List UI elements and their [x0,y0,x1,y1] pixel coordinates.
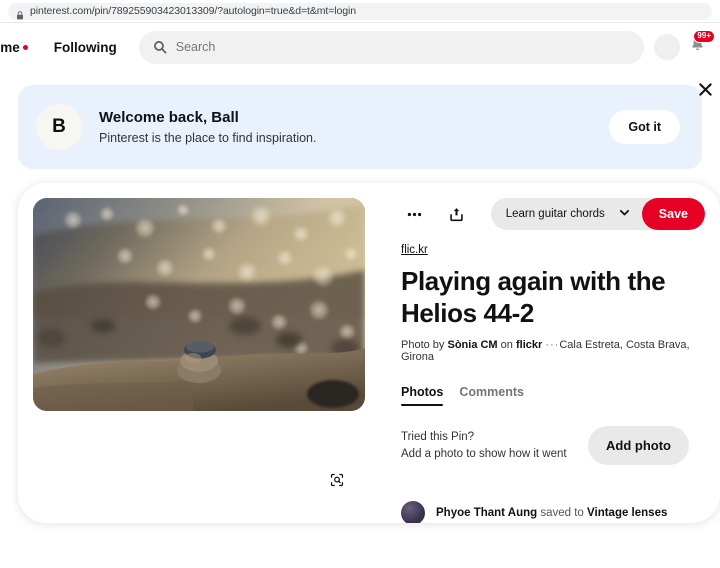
header-actions: 99+ [654,30,715,60]
search-icon [153,40,167,54]
notifications-button[interactable]: 99+ [684,30,715,60]
attribution-middle: on [497,339,516,352]
tried-texts: Tried this Pin? Add a photo to show how … [401,429,567,462]
more-options-icon[interactable] [401,201,427,227]
pin-tabs: Photos Comments [401,385,705,407]
pin-card: Learn guitar chords Save flic.kr Playing… [18,183,720,523]
browser-url-bar: pinterest.com/pin/789255903423013309/?au… [0,0,720,22]
search-input[interactable] [175,40,630,54]
tried-subtitle: Add a photo to show how it went [401,447,567,460]
attribution-prefix: Photo by [401,339,448,352]
nav-item-home[interactable]: ome [0,36,36,59]
address-bar[interactable]: pinterest.com/pin/789255903423013309/?au… [8,2,712,20]
tab-photos[interactable]: Photos [401,385,444,407]
search-bar[interactable] [138,30,644,64]
home-notification-dot [22,44,28,50]
attribution-platform[interactable]: flickr [516,339,542,351]
pin-title: Playing again with the Helios 44-2 [401,266,666,328]
got-it-button[interactable]: Got it [609,110,680,144]
add-photo-button[interactable]: Add photo [588,426,689,466]
pin-attribution: Photo by Sònia CM on flickr ···Cala Estr… [401,339,705,363]
nav-home-label: ome [0,39,20,55]
page-content: B Welcome back, Ball Pinterest is the pl… [0,82,720,568]
attribution-author[interactable]: Sònia CM [447,339,497,351]
welcome-texts: Welcome back, Ball Pinterest is the plac… [99,109,316,145]
source-link[interactable]: flic.kr [401,244,428,256]
saved-by-user[interactable]: Phyoe Thant Aung [436,507,537,519]
save-button[interactable]: Save [641,198,705,230]
close-icon[interactable] [694,78,716,100]
welcome-subtitle: Pinterest is the place to find inspirati… [99,131,317,145]
saved-by-row: Phyoe Thant Aung saved to Vintage lenses [401,501,705,523]
pin-action-bar: Learn guitar chords Save [401,198,705,230]
attribution-dots: ··· [545,339,560,352]
board-name: Learn guitar chords [505,208,605,220]
welcome-banner: B Welcome back, Ball Pinterest is the pl… [18,82,712,169]
share-upload-icon[interactable] [443,201,469,227]
url-text: pinterest.com/pin/789255903423013309/?au… [30,5,356,17]
pinterest-header: ome Following 99+ [0,23,720,71]
pin-details: Learn guitar chords Save flic.kr Playing… [365,198,705,523]
pin-image[interactable] [33,198,365,411]
pin-photo-column [33,198,365,508]
tab-comments[interactable]: Comments [459,385,524,406]
welcome-title: Welcome back, Ball [99,109,239,126]
notification-badge: 99+ [693,30,715,43]
profile-avatar[interactable] [654,34,680,60]
save-group: Learn guitar chords Save [490,198,705,230]
visual-search-icon[interactable] [323,466,351,494]
saved-by-text: Phyoe Thant Aung saved to Vintage lenses [436,507,667,519]
board-selector[interactable]: Learn guitar chords [491,207,642,221]
tried-this-pin-row: Tried this Pin? Add a photo to show how … [401,426,705,466]
user-avatar[interactable] [401,501,425,523]
saved-by-board[interactable]: Vintage lenses [587,507,667,519]
saved-by-middle: saved to [537,507,588,520]
nav-item-following[interactable]: Following [44,34,127,61]
chevron-down-icon [619,207,630,221]
tried-title: Tried this Pin? [401,431,475,444]
lock-icon [16,7,24,19]
welcome-avatar: B [36,104,82,150]
